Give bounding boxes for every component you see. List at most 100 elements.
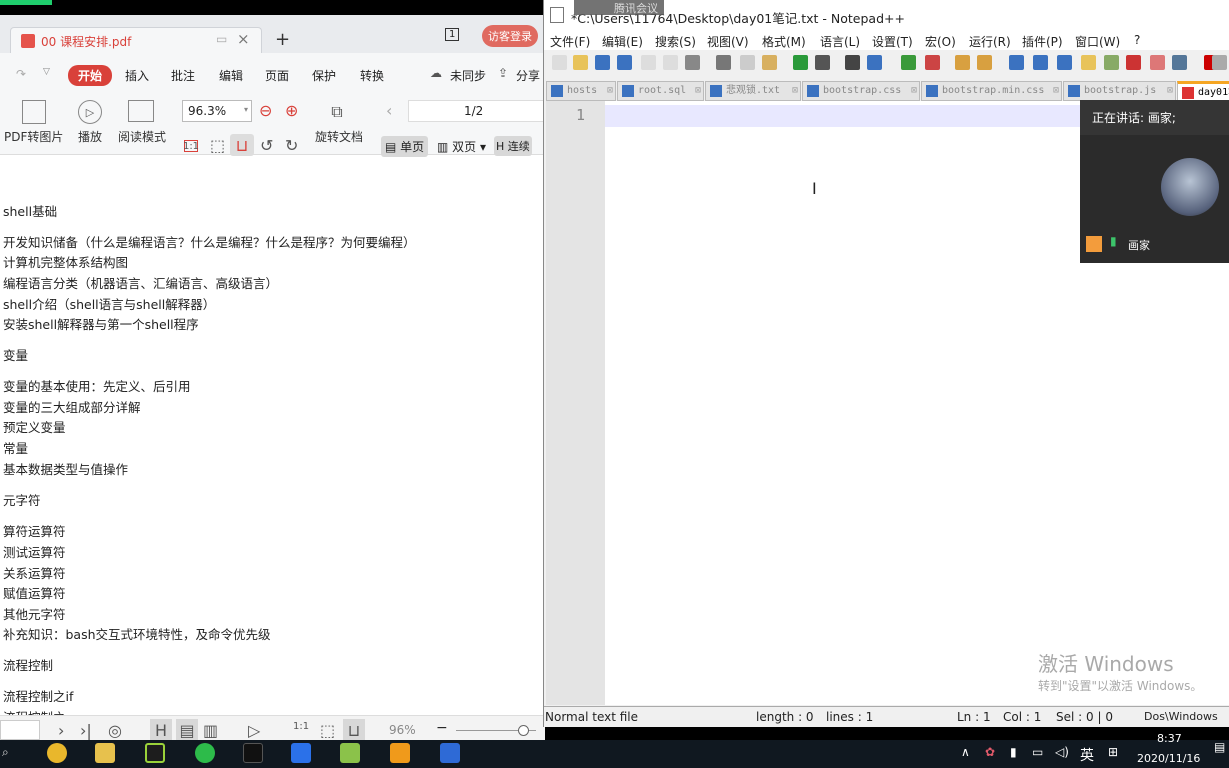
menu-convert[interactable]: 转换 xyxy=(360,67,384,84)
ime-mode-icon[interactable]: ⊞ xyxy=(1108,745,1118,759)
file-tab[interactable]: 悲观锁.txt ⊠ xyxy=(705,81,801,101)
toolbar-button-icon[interactable] xyxy=(573,55,588,70)
visitor-login-button[interactable]: 访客登录 xyxy=(482,25,538,47)
actual-size-icon[interactable]: 1:1 xyxy=(183,140,199,152)
menu-item[interactable]: ? xyxy=(1134,33,1140,47)
fit-page-icon[interactable]: ⬚ xyxy=(210,136,225,155)
close-tab-icon[interactable]: ⊠ xyxy=(1053,82,1059,100)
menu-start[interactable]: 开始 xyxy=(68,65,113,86)
page-jump-input[interactable] xyxy=(0,720,40,740)
toolbar-button-icon[interactable] xyxy=(845,55,860,70)
menu-item[interactable]: 文件(F) xyxy=(550,33,590,50)
menu-protect[interactable]: 保护 xyxy=(312,67,336,84)
file-explorer-icon[interactable] xyxy=(95,743,115,763)
toolbar-button-icon[interactable] xyxy=(815,55,830,70)
toolbar-button-icon[interactable] xyxy=(1212,55,1227,70)
actual-size-small-icon[interactable]: 1:1 xyxy=(293,721,309,732)
close-tab-icon[interactable]: ⊠ xyxy=(695,82,701,100)
single-page-button[interactable]: ▤ 单页 xyxy=(381,136,429,157)
toolbar-button-icon[interactable] xyxy=(1057,55,1072,70)
search-icon[interactable]: ⌕ xyxy=(2,745,9,760)
document-tab[interactable]: 00 课程安排.pdf ▭ × xyxy=(10,27,262,54)
toolbar-button-icon[interactable] xyxy=(552,55,567,70)
clock-date[interactable]: 2020/11/16 xyxy=(1137,752,1200,765)
toolbar-button-icon[interactable] xyxy=(663,55,678,70)
new-tab-icon[interactable]: + xyxy=(275,29,290,50)
file-tab[interactable]: root.sql ⊠ xyxy=(617,81,704,101)
toolbar-button-icon[interactable] xyxy=(867,55,882,70)
zoom-slider[interactable] xyxy=(456,725,536,736)
chrome-icon[interactable] xyxy=(47,743,67,763)
toolbar-button-icon[interactable] xyxy=(1104,55,1119,70)
toolbar-button-icon[interactable] xyxy=(762,55,777,70)
rotate-right-icon[interactable]: ↻ xyxy=(285,136,298,155)
toolbar-button-icon[interactable] xyxy=(595,55,610,70)
double-view-icon[interactable]: ▥ xyxy=(203,721,218,740)
close-tab-icon[interactable]: ⊠ xyxy=(607,82,613,100)
close-tab-icon[interactable]: ⊠ xyxy=(911,82,917,100)
clock-time[interactable]: 8:37 xyxy=(1157,732,1182,745)
microphone-tray-icon[interactable]: ▮ xyxy=(1010,745,1017,759)
play-small-icon[interactable]: ▷ xyxy=(248,721,260,740)
zoom-out-icon[interactable]: ⊖ xyxy=(259,101,272,120)
fit-width-small-icon[interactable]: ⊔ xyxy=(343,719,365,741)
continuous-view-icon[interactable]: H xyxy=(150,719,172,741)
menu-item[interactable]: 运行(R) xyxy=(969,33,1011,50)
wechat-icon[interactable] xyxy=(195,743,215,763)
toolbar-button-icon[interactable] xyxy=(1081,55,1096,70)
read-mode-button[interactable]: 阅读模式 xyxy=(118,128,166,145)
menu-item[interactable]: 搜索(S) xyxy=(655,33,696,50)
file-tab[interactable]: bootstrap.min.css ⊠ xyxy=(921,81,1062,101)
menu-edit[interactable]: 编辑 xyxy=(219,67,243,84)
toolbar-button-icon[interactable] xyxy=(716,55,731,70)
double-page-button[interactable]: ▥ 双页 ▾ xyxy=(437,138,486,155)
volume-icon[interactable]: ◁) xyxy=(1055,745,1069,759)
wps-icon[interactable] xyxy=(440,743,460,763)
toolbar-button-icon[interactable] xyxy=(793,55,808,70)
toolbar-button-icon[interactable] xyxy=(955,55,970,70)
network-icon[interactable]: ▭ xyxy=(1032,745,1043,759)
tab-active[interactable]: day01笔记.txt xyxy=(1177,81,1229,101)
toolbar-button-icon[interactable] xyxy=(641,55,656,70)
notification-icon[interactable]: ▤ xyxy=(1214,740,1225,754)
toolbar-button-icon[interactable] xyxy=(901,55,916,70)
rotate-document-button[interactable]: 旋转文档 xyxy=(315,128,363,145)
terminal-icon[interactable] xyxy=(243,743,263,763)
prev-page-icon[interactable]: ‹ xyxy=(386,101,392,120)
menu-item[interactable]: 窗口(W) xyxy=(1075,33,1120,50)
file-tab[interactable]: bootstrap.js ⊠ xyxy=(1063,81,1176,101)
next-page-icon[interactable]: › xyxy=(58,721,64,740)
menu-item[interactable]: 语言(L) xyxy=(820,33,860,50)
toolbar-button-icon[interactable] xyxy=(617,55,632,70)
sync-status[interactable]: 未同步 xyxy=(450,67,486,84)
dropdown-icon[interactable]: ▽ xyxy=(43,67,50,77)
toolbar-button-icon[interactable] xyxy=(1126,55,1141,70)
play-button[interactable]: 播放 xyxy=(78,128,102,145)
close-tab-icon[interactable]: × xyxy=(237,30,250,48)
ime-indicator[interactable]: 英 xyxy=(1080,745,1094,765)
menu-annotate[interactable]: 批注 xyxy=(171,67,195,84)
page-input[interactable]: 1/2 xyxy=(408,100,545,122)
pycharm-icon[interactable] xyxy=(145,743,165,763)
tray-app-icon[interactable]: ✿ xyxy=(985,745,995,759)
zoom-minus[interactable]: − xyxy=(436,720,448,736)
menu-page[interactable]: 页面 xyxy=(265,67,289,84)
fit-page-small-icon[interactable]: ⬚ xyxy=(320,721,335,740)
last-page-icon[interactable]: ›| xyxy=(80,721,92,740)
pdf-to-image-button[interactable]: PDF转图片 xyxy=(4,128,63,145)
menu-item[interactable]: 视图(V) xyxy=(707,33,749,50)
menu-item[interactable]: 格式(M) xyxy=(762,33,806,50)
pin-icon[interactable]: ▭ xyxy=(216,32,227,46)
toolbar-button-icon[interactable] xyxy=(977,55,992,70)
menu-insert[interactable]: 插入 xyxy=(125,67,149,84)
toolbar-button-icon[interactable] xyxy=(740,55,755,70)
redo-icon[interactable]: ↷ xyxy=(16,67,26,81)
continuous-button[interactable]: H 连续 xyxy=(494,136,532,156)
tencent-meeting-icon[interactable] xyxy=(291,743,311,763)
zoom-in-icon[interactable]: ⊕ xyxy=(285,101,298,120)
single-view-icon[interactable]: ▤ xyxy=(176,719,198,741)
toolbar-button-icon[interactable] xyxy=(1150,55,1165,70)
menu-item[interactable]: 设置(T) xyxy=(872,33,913,50)
fit-width-icon[interactable]: ⊔ xyxy=(230,134,254,156)
close-tab-icon[interactable]: ⊠ xyxy=(792,82,798,100)
